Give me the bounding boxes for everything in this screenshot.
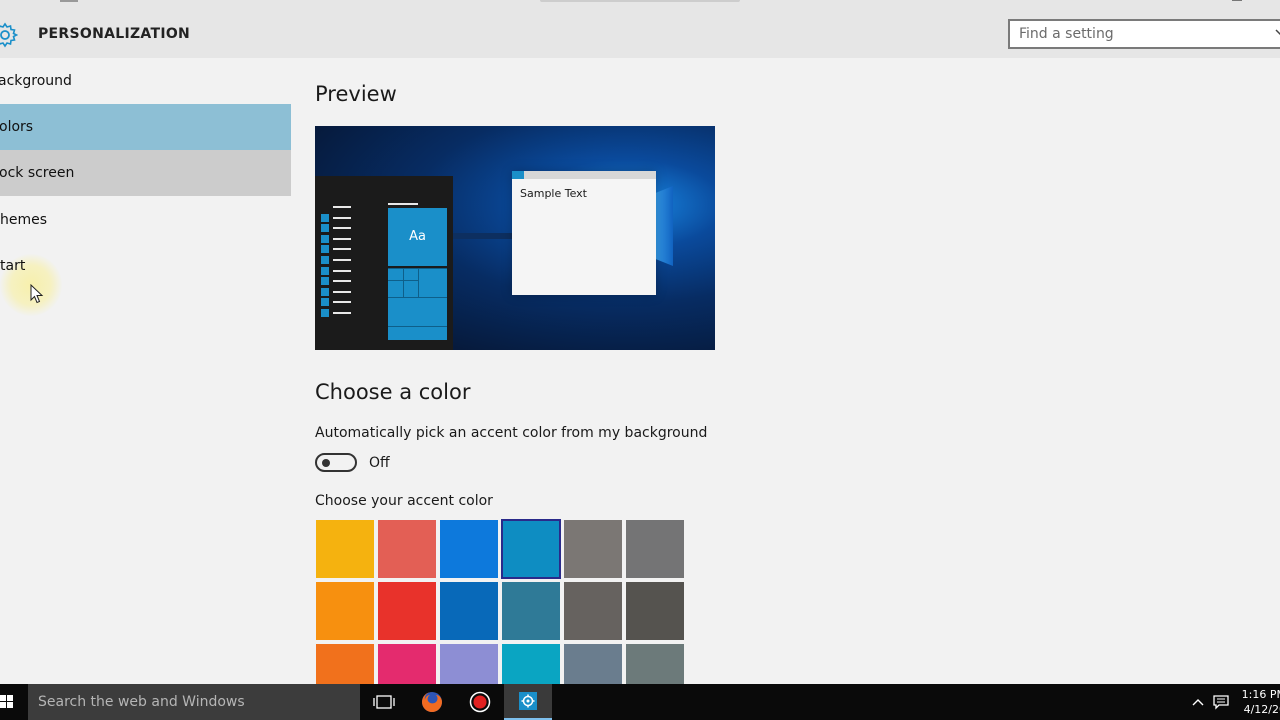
accent-color-swatch[interactable] xyxy=(315,581,375,641)
accent-color-swatch[interactable] xyxy=(377,519,437,579)
gear-icon xyxy=(0,22,18,48)
task-view-icon xyxy=(373,695,395,709)
settings-gear-icon xyxy=(519,692,537,710)
record-icon xyxy=(469,691,491,713)
preview-heading: Preview xyxy=(315,82,397,106)
auto-accent-toggle[interactable] xyxy=(315,453,357,472)
titlebar-fragment xyxy=(1232,0,1242,1)
sidebar-item-start[interactable]: tart xyxy=(0,243,291,289)
toggle-state-label: Off xyxy=(369,455,390,471)
titlebar-fragment xyxy=(540,0,740,2)
preview-tile: Aa xyxy=(388,208,447,266)
accent-color-swatch[interactable] xyxy=(315,519,375,579)
preview-app-list xyxy=(321,202,351,319)
task-view-button[interactable] xyxy=(360,684,408,720)
preview-image: Aa Sample Text xyxy=(315,126,715,350)
preview-light-beam xyxy=(453,233,513,239)
sidebar-item-label: ackground xyxy=(0,73,72,89)
taskbar: 1:16 PM 4/12/20 xyxy=(0,684,1280,720)
main-content: Preview Aa Sample Text Choose a color Au… xyxy=(291,58,1280,684)
accent-color-swatch[interactable] xyxy=(625,581,685,641)
preview-light-pane xyxy=(653,186,673,266)
sidebar-item-themes[interactable]: hemes xyxy=(0,197,291,243)
accent-color-label: Choose your accent color xyxy=(315,493,493,509)
accent-color-swatch[interactable] xyxy=(315,643,375,684)
firefox-icon xyxy=(422,692,442,712)
accent-color-swatch[interactable] xyxy=(439,581,499,641)
sidebar-item-colors[interactable]: olors xyxy=(0,104,291,150)
accent-color-swatch[interactable] xyxy=(501,643,561,684)
accent-color-swatch[interactable] xyxy=(501,581,561,641)
firefox-taskbar-button[interactable] xyxy=(408,684,456,720)
search-input[interactable] xyxy=(1010,21,1280,47)
accent-color-swatch[interactable] xyxy=(563,581,623,641)
titlebar-fragment xyxy=(60,0,78,2)
preview-tile-grid xyxy=(388,268,447,340)
choose-color-heading: Choose a color xyxy=(315,380,471,404)
accent-color-swatch[interactable] xyxy=(377,643,437,684)
search-icon[interactable] xyxy=(1272,26,1280,46)
taskbar-search[interactable] xyxy=(28,684,360,720)
clock-date: 4/12/20 xyxy=(1243,703,1280,716)
sidebar-item-lock-screen[interactable]: ock screen xyxy=(0,150,291,196)
preview-tiles: Aa xyxy=(388,208,447,340)
accent-color-swatch[interactable] xyxy=(439,643,499,684)
mouse-pointer-icon xyxy=(30,284,44,304)
sidebar-item-background[interactable]: ackground xyxy=(0,58,291,104)
find-setting-search[interactable] xyxy=(1008,19,1280,49)
sidebar-item-label: tart xyxy=(0,258,26,274)
preview-window: Sample Text xyxy=(512,171,656,295)
sidebar: ackground olors ock screen hemes tart xyxy=(0,58,291,684)
preview-start-header xyxy=(388,203,418,205)
accent-color-swatch[interactable] xyxy=(563,643,623,684)
sidebar-item-label: ock screen xyxy=(0,165,75,181)
taskbar-search-input[interactable] xyxy=(28,684,360,720)
taskbar-clock[interactable]: 1:16 PM 4/12/20 xyxy=(1240,687,1280,717)
accent-color-swatch[interactable] xyxy=(563,519,623,579)
show-hidden-icons-chevron-icon[interactable] xyxy=(1192,684,1204,720)
sidebar-item-label: olors xyxy=(0,119,34,135)
accent-color-swatch[interactable] xyxy=(439,519,499,579)
sidebar-item-label: hemes xyxy=(0,212,48,228)
windows-start-icon[interactable] xyxy=(0,695,14,709)
accent-color-swatch[interactable] xyxy=(625,643,685,684)
settings-header: PERSONALIZATION xyxy=(0,0,1280,58)
page-title: PERSONALIZATION xyxy=(38,26,191,42)
accent-color-swatch[interactable] xyxy=(377,581,437,641)
clock-time: 1:16 PM xyxy=(1241,688,1280,701)
preview-sample-text: Sample Text xyxy=(520,187,587,200)
recorder-taskbar-button[interactable] xyxy=(456,684,504,720)
accent-color-swatch[interactable] xyxy=(501,519,561,579)
action-center-icon[interactable] xyxy=(1213,684,1229,720)
auto-pick-label: Automatically pick an accent color from … xyxy=(315,425,708,441)
settings-taskbar-button[interactable] xyxy=(504,684,552,720)
accent-color-swatch[interactable] xyxy=(625,519,685,579)
